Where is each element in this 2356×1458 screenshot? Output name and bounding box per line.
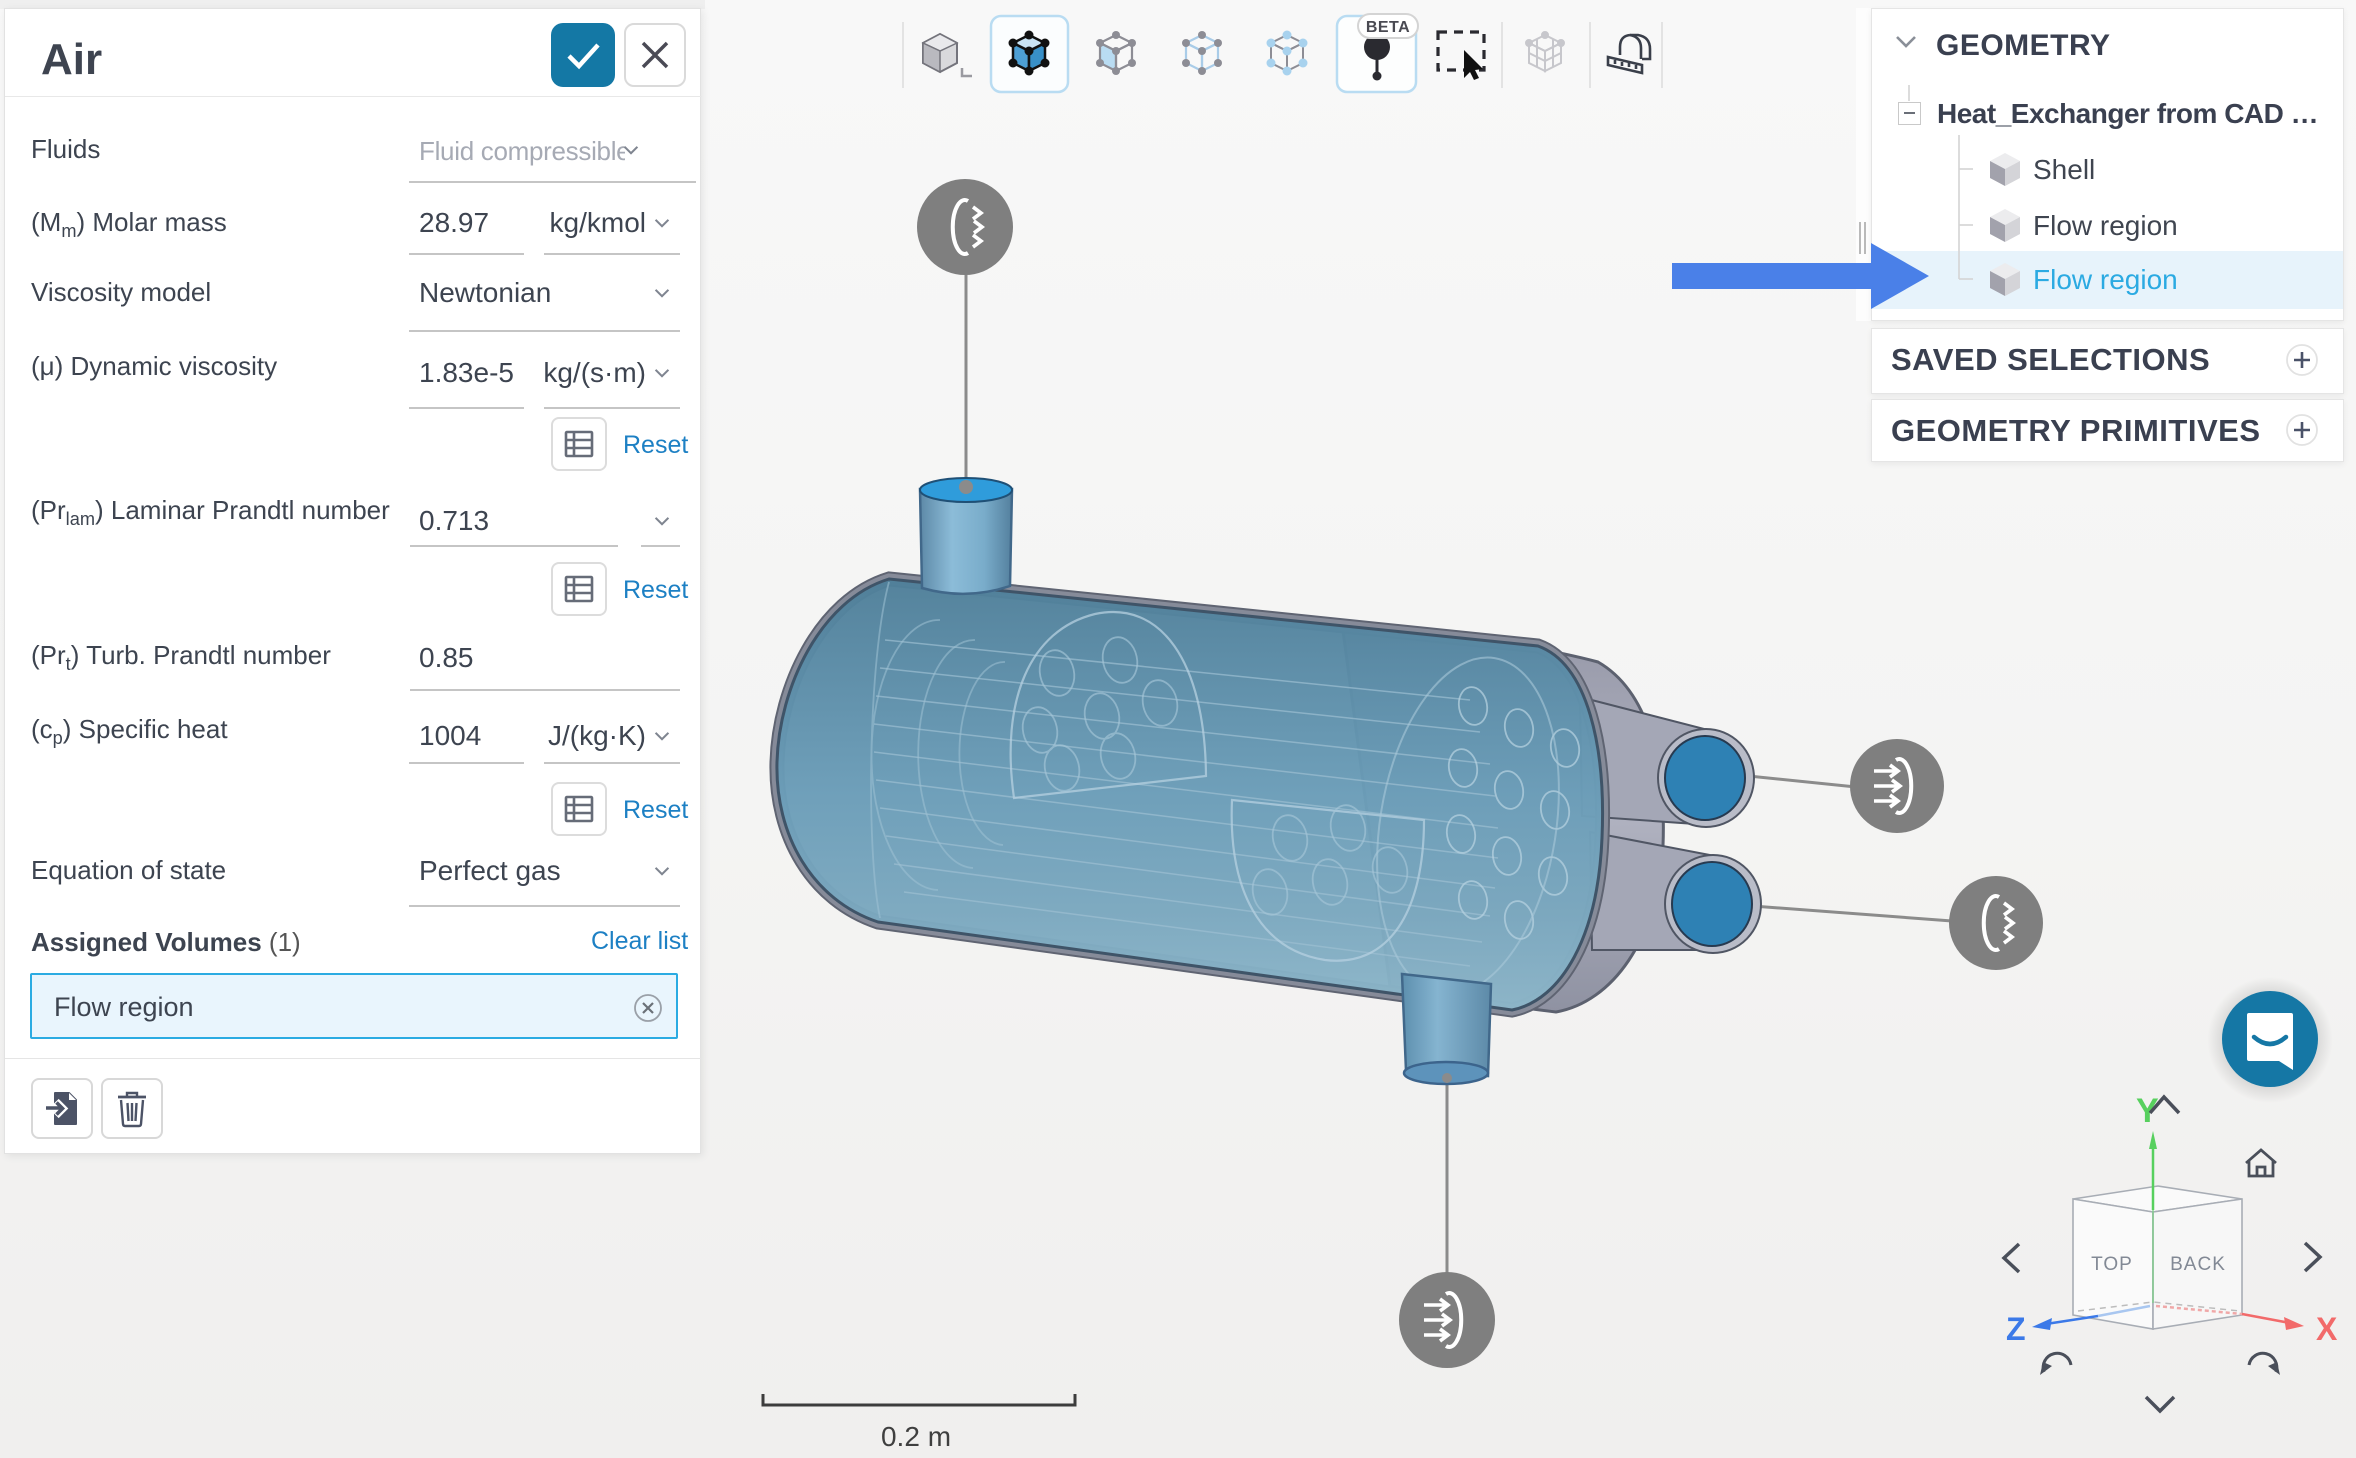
svg-text:Z: Z (2006, 1311, 2026, 1347)
svg-text:TOP: TOP (2091, 1254, 2133, 1275)
svg-text:Y: Y (2136, 1092, 2159, 1130)
svg-text:X: X (2316, 1311, 2338, 1347)
svg-text:0.2 m: 0.2 m (881, 1421, 951, 1452)
svg-text:BACK: BACK (2170, 1254, 2226, 1275)
svg-text:BETA: BETA (1366, 19, 1410, 36)
